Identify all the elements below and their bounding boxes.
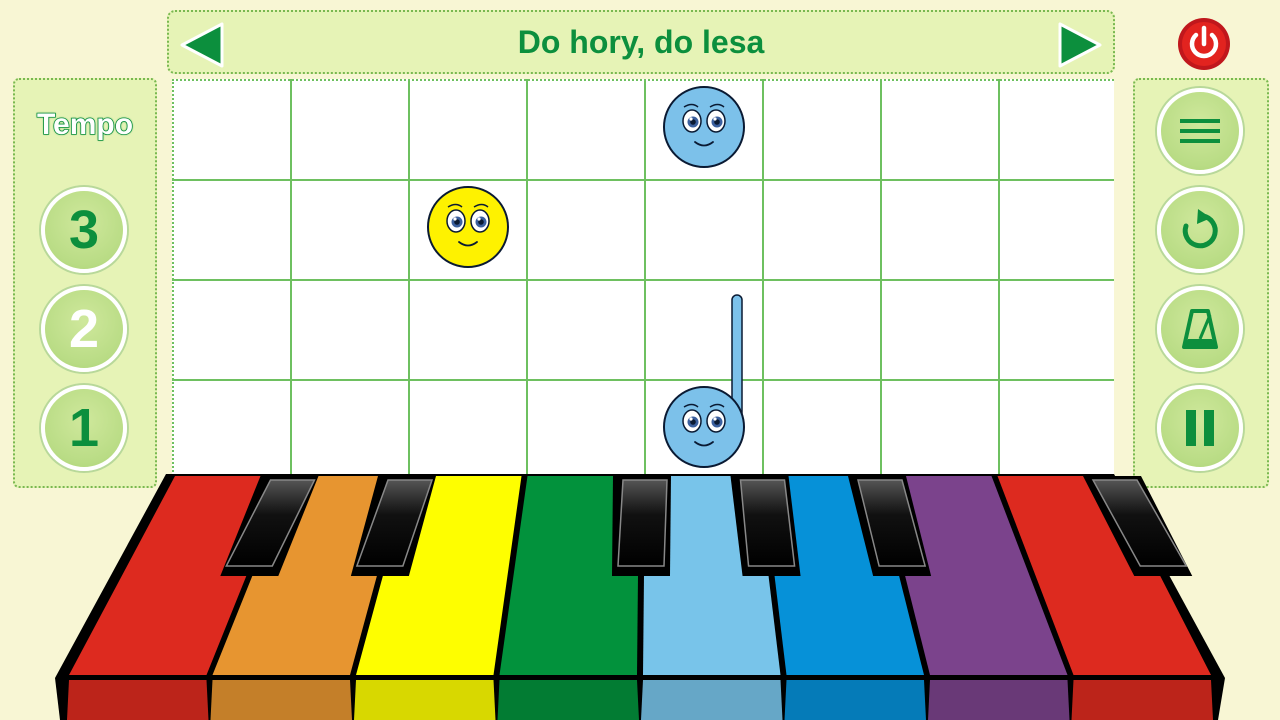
whole-note[interactable]: [424, 183, 514, 278]
power-icon[interactable]: [1176, 16, 1232, 72]
whole-note[interactable]: [660, 83, 750, 178]
piano-key-front-8: [1071, 680, 1213, 720]
metronome-icon: [1182, 309, 1218, 349]
menu-button[interactable]: [1157, 88, 1243, 174]
tempo-2-button[interactable]: 2: [41, 286, 127, 372]
song-title-bar: Do hory, do lesa: [167, 10, 1115, 74]
menu-icon: [1180, 119, 1220, 143]
metronome-button[interactable]: [1157, 286, 1243, 372]
black-key-4[interactable]: [730, 476, 801, 576]
tempo-1-label: 1: [68, 398, 100, 458]
tempo-label: Tempo: [36, 107, 134, 142]
pause-icon: [1186, 410, 1214, 446]
note-grid[interactable]: [172, 79, 1114, 479]
piano-key-front-6: [784, 680, 926, 720]
tempo-2-label: 2: [68, 299, 100, 359]
restart-icon: [1182, 209, 1218, 249]
song-title: Do hory, do lesa: [517, 23, 765, 60]
piano-key-front-4: [497, 680, 639, 720]
tempo-3-label: 3: [68, 200, 100, 260]
tempo-3-button[interactable]: 3: [41, 187, 127, 273]
piano-key-front-5: [641, 680, 783, 720]
restart-button[interactable]: [1157, 187, 1243, 273]
tempo-panel: Tempo 3 2 1: [13, 78, 157, 488]
tempo-1-button[interactable]: 1: [41, 385, 127, 471]
piano-key-front-3: [354, 680, 496, 720]
half-note[interactable]: [660, 293, 750, 478]
piano-keyboard: [55, 474, 1225, 720]
controls-panel: [1133, 78, 1269, 488]
piano-key-front-1: [67, 680, 209, 720]
pause-button[interactable]: [1157, 385, 1243, 471]
piano-key-front-7: [928, 680, 1070, 720]
triangle-right-icon[interactable]: [1055, 20, 1105, 70]
black-key-3[interactable]: [611, 476, 671, 576]
piano-key-front-2: [210, 680, 352, 720]
